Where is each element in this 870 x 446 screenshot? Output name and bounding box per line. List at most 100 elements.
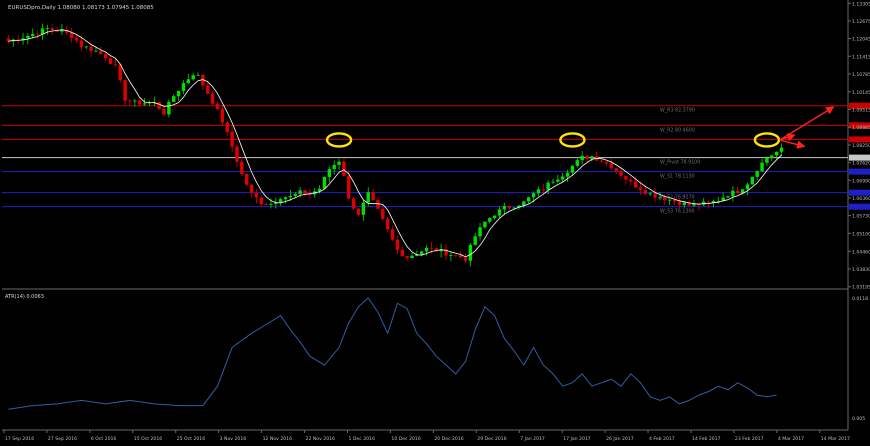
level-price-tag — [849, 154, 870, 161]
candle-body — [264, 204, 268, 206]
candle-body — [269, 204, 273, 205]
candle-body — [633, 181, 638, 188]
level-label-W_S3: W_S3 76.1300 — [660, 209, 695, 215]
candle-body — [332, 164, 336, 170]
candle-body — [624, 175, 628, 180]
candle-body — [658, 197, 662, 199]
candle-body — [492, 215, 497, 219]
candle-body — [162, 108, 166, 115]
candle-body — [327, 169, 332, 177]
time-tick-label: 17 Jan 2017 — [563, 436, 591, 442]
chart-canvas: W_R3 82.3790 W_R2 80.4600 W_Pivot 78.9100 W… — [0, 0, 870, 446]
level-price-tag — [849, 136, 870, 143]
candle-body — [643, 190, 648, 194]
candle-body — [619, 170, 623, 176]
candle-body — [507, 206, 511, 208]
candle-body — [347, 175, 351, 199]
candle[interactable] — [157, 101, 161, 110]
candle-body — [585, 155, 589, 159]
time-tick-label: 1 Dec 2016 — [348, 436, 375, 442]
candle-body — [648, 193, 652, 195]
candle-body — [366, 192, 370, 203]
candle-body — [653, 193, 657, 198]
time-tick-label: 6 Oct 2016 — [91, 436, 117, 442]
candle-body — [731, 190, 735, 197]
level-label-W_S1: W_S1 78.1130 — [660, 174, 695, 180]
candle-body — [405, 256, 409, 259]
price-tick-label: 1.07620 — [852, 161, 870, 167]
candle-body — [50, 28, 54, 31]
price-tick-label: 1.03195 — [852, 285, 870, 291]
candle-body — [599, 160, 604, 162]
candle-body — [225, 122, 229, 132]
candle-body — [750, 176, 755, 185]
level-label-W_R2: W_R2 80.4600 — [660, 127, 695, 133]
candle-body — [113, 63, 118, 65]
time-tick-label: 3 Nov 2016 — [220, 436, 247, 442]
candle-body — [240, 161, 244, 174]
candle-body — [774, 151, 779, 156]
candle-body — [667, 199, 672, 201]
candle-body — [551, 181, 555, 183]
candle-body — [570, 165, 575, 173]
candle-body — [488, 218, 492, 222]
candle-body — [35, 33, 40, 35]
candle-body — [536, 189, 541, 194]
candle-body — [293, 194, 297, 196]
candle-body — [249, 184, 254, 193]
candle-body — [468, 244, 473, 261]
atr-label: ATR(14) 0.0063 — [5, 294, 44, 300]
candle-body — [254, 192, 259, 198]
candle-body — [429, 247, 434, 249]
candle-body — [663, 197, 667, 201]
candle-body — [760, 162, 764, 172]
candle-body — [283, 197, 288, 200]
candle-body — [478, 227, 482, 237]
candle-body — [531, 193, 536, 198]
time-tick-label: 23 Feb 2017 — [735, 436, 764, 442]
candle-body — [706, 201, 711, 203]
price-tick-label: 1.08885 — [852, 125, 870, 131]
time-tick-label: 14 Feb 2017 — [692, 436, 721, 442]
candle-body — [590, 156, 594, 159]
candle-body — [473, 236, 477, 245]
candle[interactable] — [351, 196, 356, 211]
candle[interactable] — [750, 176, 755, 185]
price-tick-label: 1.13305 — [852, 1, 870, 7]
candle-body — [424, 247, 429, 252]
candle-body — [210, 93, 215, 104]
price-tick-label: 1.12675 — [852, 19, 870, 25]
price-tick-label: 1.10145 — [852, 90, 870, 96]
chart-background — [0, 0, 870, 446]
candle-body — [215, 103, 220, 110]
candle-body — [322, 176, 327, 189]
price-tick-label: 1.12045 — [852, 37, 870, 43]
candle-body — [191, 75, 195, 80]
level-price-tag — [849, 168, 870, 175]
level-label-W_R3: W_R3 82.3790 — [660, 108, 695, 114]
candle-body — [629, 179, 633, 182]
candle-body — [303, 190, 307, 195]
candle-body — [279, 199, 283, 203]
candle-body — [26, 35, 30, 39]
candle-body — [638, 187, 643, 191]
time-tick-label: 10 Dec 2016 — [391, 436, 420, 442]
candle-body — [604, 161, 609, 164]
candle-body — [69, 32, 74, 38]
candle-body — [395, 239, 400, 250]
candle[interactable] — [244, 173, 249, 187]
candle-body — [123, 80, 127, 101]
candle-body — [736, 190, 740, 194]
candle-body — [390, 229, 395, 240]
candle-body — [244, 173, 249, 185]
candle-body — [400, 249, 404, 257]
candle-body — [356, 208, 361, 215]
price-tick-label: 1.05730 — [852, 214, 870, 220]
candle-body — [167, 101, 171, 115]
candle-body — [142, 103, 147, 105]
candle-body — [31, 33, 35, 36]
candle-body — [541, 189, 545, 191]
candle-body — [138, 100, 142, 105]
price-tick-label: 1.08250 — [852, 143, 870, 149]
candle-body — [376, 200, 380, 209]
